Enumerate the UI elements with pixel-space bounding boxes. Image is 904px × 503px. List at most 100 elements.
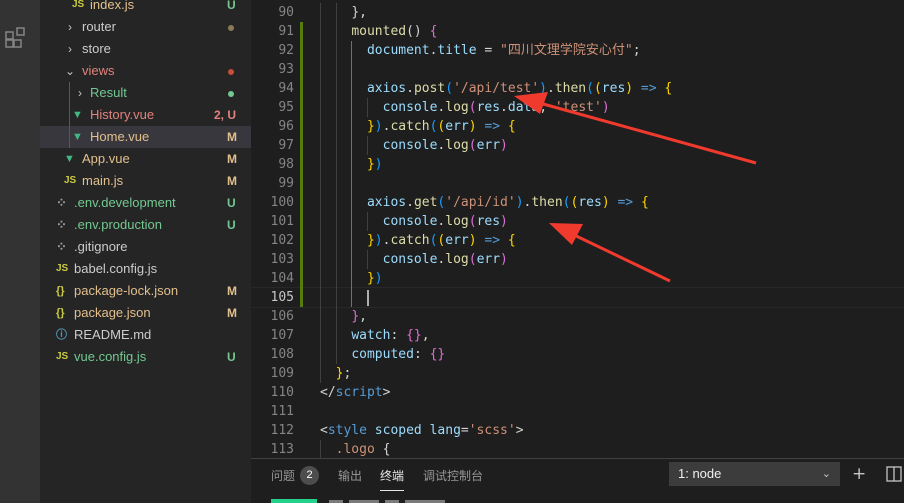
code-text[interactable]: }) — [367, 269, 383, 288]
code-line: 107 watch: {}, — [251, 326, 904, 345]
code-line: 109}; — [251, 364, 904, 383]
indent-guide — [366, 98, 368, 117]
terminal-select-value: 1: node — [678, 466, 722, 481]
code-text[interactable]: .logo { — [336, 440, 391, 458]
chevron-right-icon: › — [78, 86, 82, 100]
explorer-item[interactable]: JS vue.config.js U — [40, 346, 251, 368]
code-line: 92 document.title = "四川文理学院安心付"; — [251, 41, 904, 60]
line-number: 104 — [270, 271, 294, 286]
config-file-icon: ⁘ — [56, 195, 67, 210]
tree-indent-guide — [69, 82, 70, 148]
config-file-icon: ⁘ — [56, 217, 67, 232]
explorer-item[interactable]: ▼ Home.vue M — [40, 126, 251, 148]
explorer-item-label: Home.vue — [90, 129, 150, 144]
code-text[interactable]: }) — [367, 155, 383, 174]
explorer-item-label: .env.development — [74, 195, 176, 210]
code-text[interactable]: }).catch((err) => { — [367, 231, 516, 250]
chevron-right-icon: › — [68, 42, 72, 56]
code-line: 102 }).catch((err) => { — [251, 231, 904, 250]
line-number: 113 — [270, 442, 294, 457]
vue-file-icon: ▼ — [72, 131, 83, 143]
code-text[interactable]: document.title = "四川文理学院安心付"; — [367, 41, 641, 60]
indent-guide — [320, 3, 321, 383]
explorer-item[interactable]: ⁘ .gitignore — [40, 236, 251, 258]
explorer-item-label: main.js — [82, 173, 124, 188]
line-number: 100 — [270, 195, 294, 210]
terminal-select[interactable]: 1: node ⌄ — [669, 462, 840, 486]
explorer-item[interactable]: ▼ App.vue M — [40, 148, 251, 170]
code-text[interactable]: }; — [336, 364, 352, 383]
explorer-item[interactable]: ⁘ .env.production U — [40, 214, 251, 236]
explorer-item-label: package-lock.json — [74, 283, 179, 298]
explorer-item[interactable]: ▼ History.vue 2, U — [40, 104, 251, 126]
git-status-badge: 2, U — [214, 108, 237, 122]
explorer-item-label: babel.config.js — [74, 261, 158, 276]
git-gutter-modified — [300, 22, 303, 307]
indent-guide — [366, 136, 368, 155]
indent-guide — [335, 3, 337, 364]
explorer-item[interactable]: ⓘ README.md — [40, 324, 251, 346]
code-text[interactable]: <style scoped lang='scss'> — [320, 421, 524, 440]
terminal-output-highlight — [271, 499, 317, 503]
js-file-icon: JS — [64, 175, 77, 186]
code-text[interactable]: watch: {}, — [351, 326, 429, 345]
code-text[interactable]: </script> — [320, 383, 390, 402]
extensions-icon[interactable] — [5, 27, 27, 49]
git-status-dot — [228, 25, 234, 31]
json-file-icon: {} — [56, 307, 65, 319]
explorer-item[interactable]: JS main.js M — [40, 170, 251, 192]
indent-guide — [320, 440, 321, 458]
split-terminal-icon[interactable] — [886, 465, 902, 482]
line-number: 103 — [270, 252, 294, 267]
code-text[interactable]: console.log(res.data, 'test') — [383, 98, 610, 117]
info-icon: ⓘ — [56, 329, 67, 341]
code-line: 97 console.log(err) — [251, 136, 904, 155]
explorer-item-label: index.js — [90, 0, 135, 12]
code-text[interactable]: console.log(err) — [383, 250, 508, 269]
code-text[interactable]: }).catch((err) => { — [367, 117, 516, 136]
chevron-down-icon: ⌄ — [821, 468, 831, 480]
explorer-item-label: package.json — [74, 305, 151, 320]
git-status-dot — [228, 69, 234, 75]
code-text[interactable]: }, — [351, 3, 367, 22]
code-editor[interactable]: 90}, 91 mounted() {92 document.title = "四川文… — [251, 0, 904, 458]
indent-guide — [351, 41, 353, 307]
js-file-icon: JS — [56, 263, 69, 274]
code-text[interactable]: mounted() { — [351, 22, 437, 41]
code-line: 108 computed: {} — [251, 345, 904, 364]
tab-debug-console[interactable]: 调试控制台 — [423, 467, 483, 485]
code-text[interactable]: }, — [351, 307, 367, 326]
explorer-item[interactable]: ⁘ .env.development U — [40, 192, 251, 214]
json-file-icon: {} — [56, 285, 65, 297]
line-number: 102 — [270, 233, 294, 248]
line-number: 101 — [270, 214, 294, 229]
explorer-item[interactable]: › router — [40, 16, 251, 38]
explorer-item-label: .gitignore — [74, 239, 128, 254]
explorer-sidebar: JS index.js U › router › store ⌄ views › Result ▼ Hi… — [40, 0, 251, 503]
line-number: 90 — [278, 5, 294, 20]
new-terminal-icon[interactable]: + — [852, 465, 866, 483]
code-line: 112 <style scoped lang='scss'> — [251, 421, 904, 440]
line-number: 105 — [270, 290, 294, 305]
code-text[interactable]: computed: {} — [351, 345, 445, 364]
code-line: 90}, — [251, 3, 904, 22]
explorer-item[interactable]: JS babel.config.js — [40, 258, 251, 280]
explorer-item-label: README.md — [74, 327, 152, 342]
explorer-item[interactable]: {} package-lock.json M — [40, 280, 251, 302]
explorer-item[interactable]: ⌄ views — [40, 60, 251, 82]
code-text[interactable]: console.log(res) — [383, 212, 508, 231]
tab-output[interactable]: 输出 — [338, 467, 362, 485]
activity-bar — [0, 0, 40, 503]
tab-problems[interactable]: 问题 — [271, 467, 295, 485]
explorer-item[interactable]: › store — [40, 38, 251, 60]
explorer-item[interactable]: {} package.json M — [40, 302, 251, 324]
config-file-icon: ⁘ — [56, 239, 67, 254]
tab-terminal[interactable]: 终端 — [380, 467, 405, 491]
code-text[interactable]: axios.get('/api/id').then((res) => { — [367, 193, 649, 212]
code-text[interactable]: axios.post('/api/test').then((res) => { — [367, 79, 672, 98]
explorer-item[interactable]: JS index.js U — [40, 0, 251, 16]
explorer-item-label: router — [82, 19, 116, 34]
code-text[interactable]: console.log(err) — [383, 136, 508, 155]
explorer-item[interactable]: › Result — [40, 82, 251, 104]
code-line: 96}).catch((err) => { — [251, 117, 904, 136]
